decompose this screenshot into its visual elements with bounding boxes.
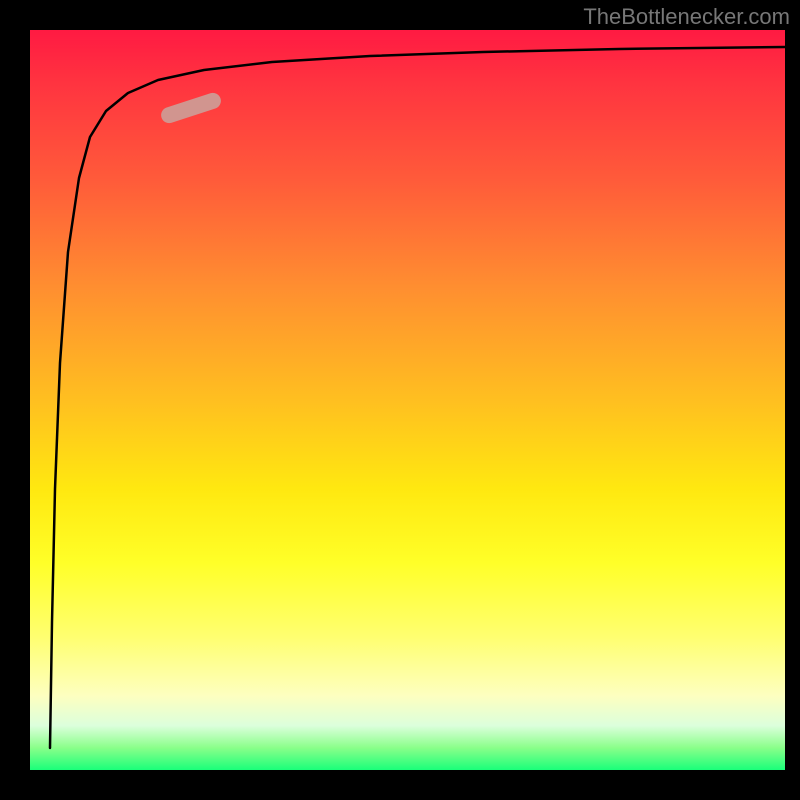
chart-plot-area [30, 30, 785, 770]
chart-curve-line [30, 30, 785, 770]
watermark-label: TheBottlenecker.com [583, 4, 790, 30]
